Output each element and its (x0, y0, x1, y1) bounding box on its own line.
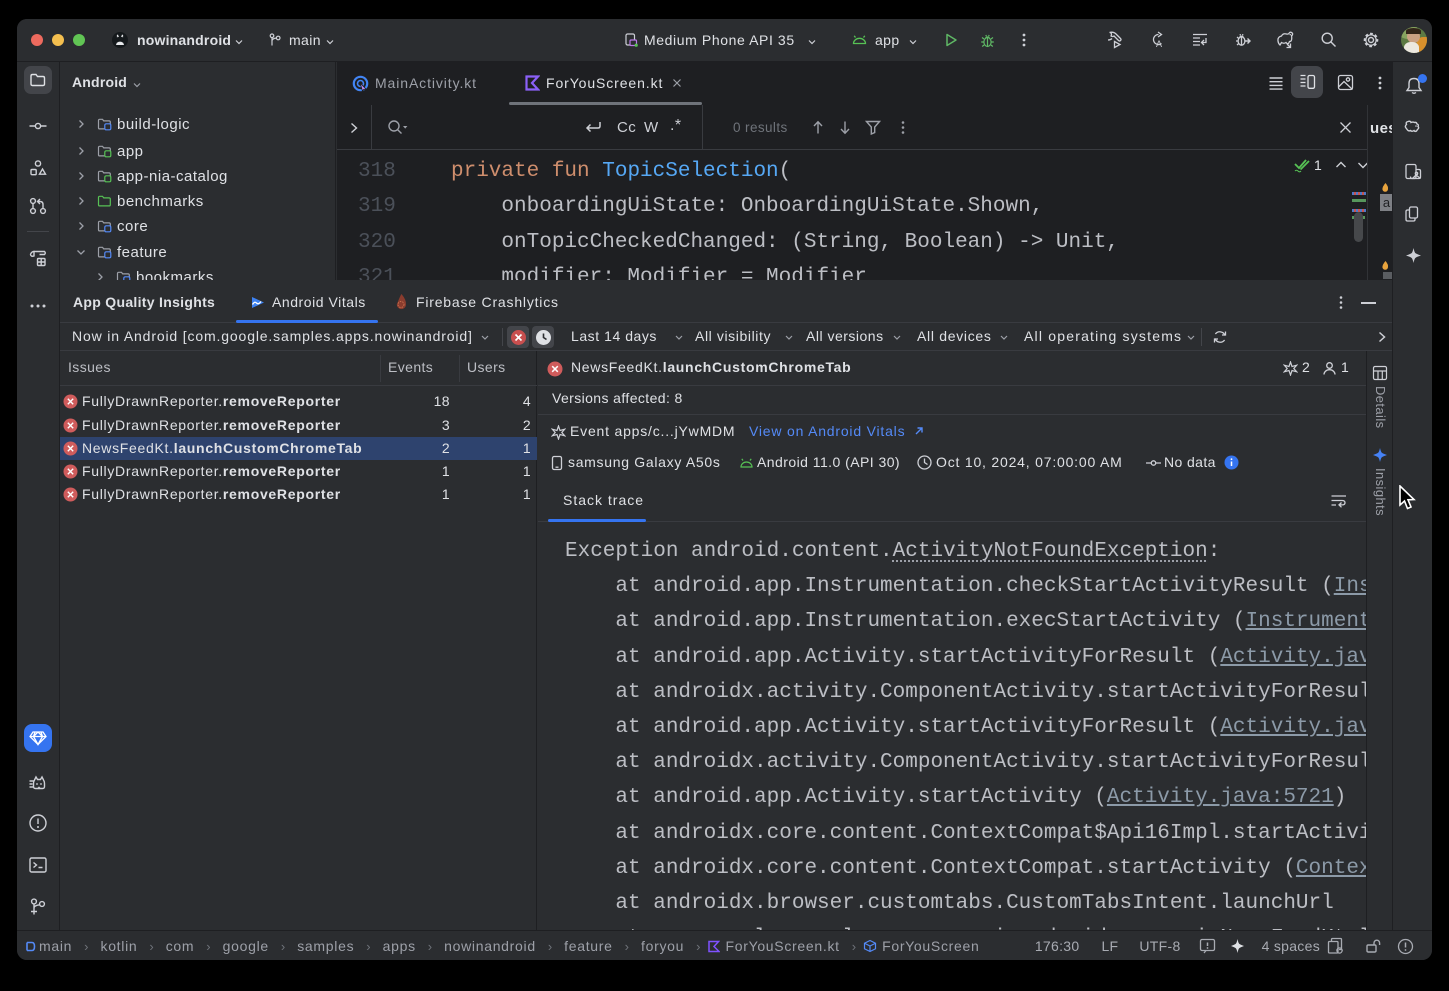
svg-text:A: A (1156, 39, 1162, 49)
